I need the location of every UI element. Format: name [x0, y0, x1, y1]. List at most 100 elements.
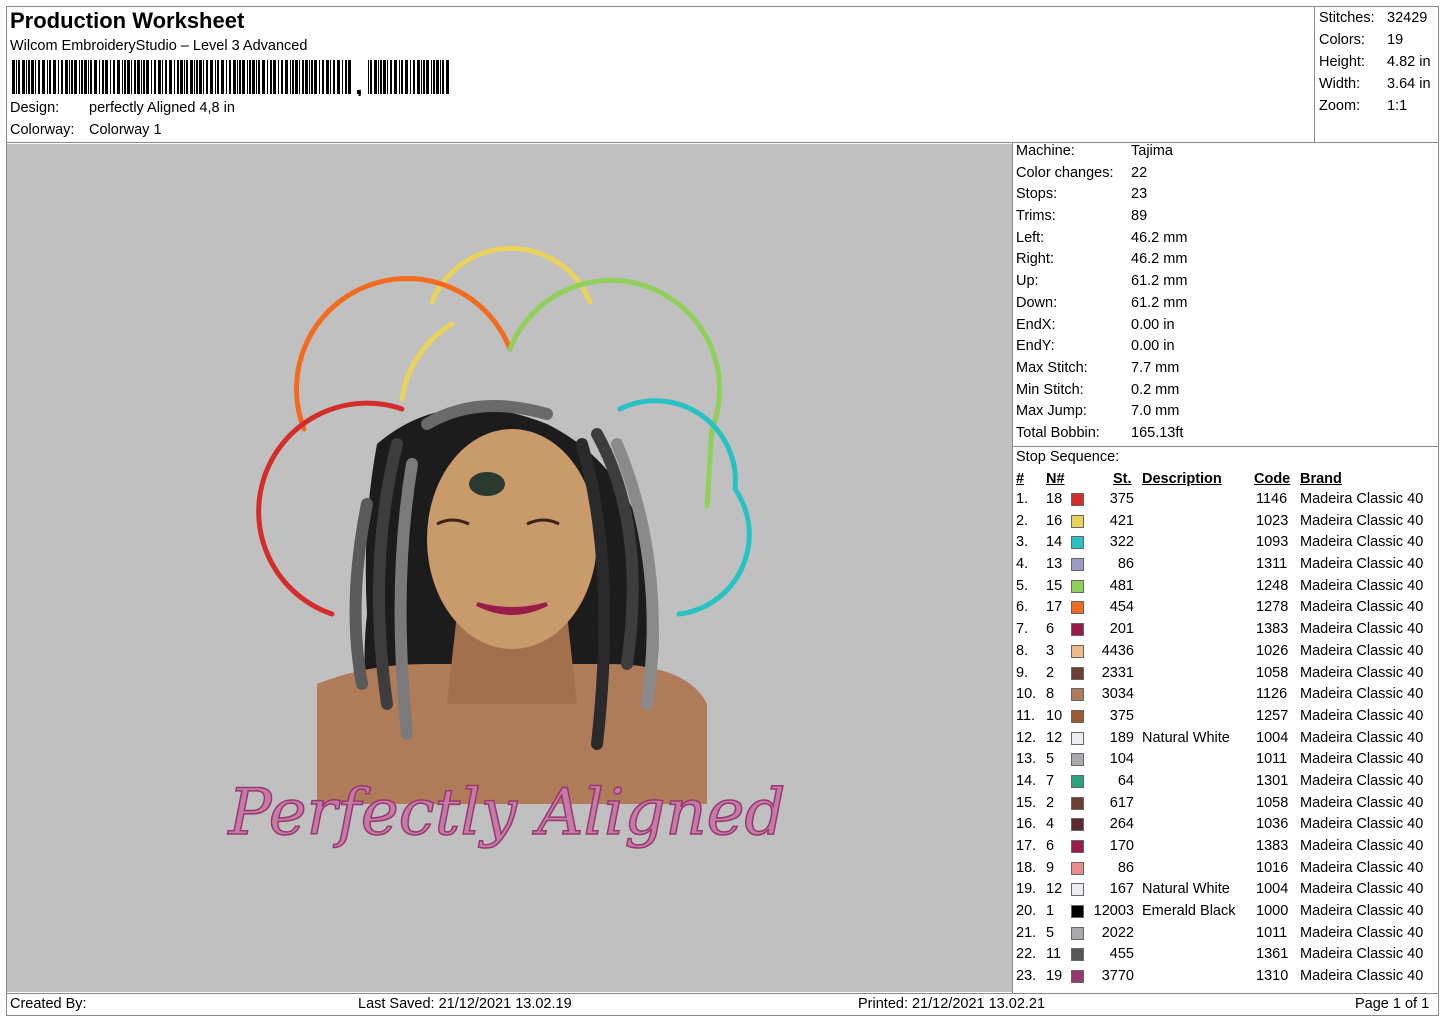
stitch-count: 454	[1109, 599, 1134, 616]
thread-brand: Madeira Classic 40	[1300, 968, 1424, 985]
machine-info-row: Right: 46.2 mm	[1016, 249, 1187, 271]
table-row: 18. 9 86 1016 Madeira Classic 40	[1016, 858, 1438, 880]
table-row: 15. 2 617 1058 Madeira Classic 40	[1016, 793, 1438, 815]
machine-info-value: 46.2 mm	[1131, 251, 1188, 268]
thread-brand: Madeira Classic 40	[1300, 946, 1424, 963]
table-row: 4. 13 86 1311 Madeira Classic 40	[1016, 554, 1438, 576]
created-by: Created By:	[10, 996, 87, 1012]
machine-info-value: 89	[1131, 208, 1148, 225]
color-swatch	[1071, 709, 1084, 723]
thread-code: 1311	[1256, 556, 1288, 573]
thread-brand: Madeira Classic 40	[1300, 664, 1424, 681]
needle-number: 5	[1046, 751, 1055, 768]
color-swatch	[1071, 926, 1084, 940]
table-row: 12. 12 189 Natural White 1004 Madeira Classic…	[1016, 728, 1438, 750]
machine-info-value: 61.2 mm	[1131, 294, 1188, 311]
stop-number: 23.	[1016, 968, 1037, 985]
thread-brand: Madeira Classic 40	[1300, 686, 1424, 703]
table-row: 7. 6 201 1383 Madeira Classic 40	[1016, 619, 1438, 641]
stitch-count: 617	[1109, 794, 1134, 811]
stop-number: 16.	[1016, 816, 1037, 833]
stitch-count: 170	[1109, 838, 1134, 854]
machine-info-row: Total Bobbin: 165.13ft	[1016, 423, 1187, 445]
thread-code: 1126	[1256, 686, 1288, 703]
design-value: perfectly Aligned 4,8 in	[89, 100, 235, 116]
stop-number: 18.	[1016, 859, 1037, 876]
thread-description: Natural White	[1142, 729, 1230, 746]
machine-info-label: Min Stitch:	[1016, 381, 1084, 398]
color-swatch	[1071, 601, 1084, 615]
stitch-count: 322	[1109, 534, 1134, 551]
machine-info-row: Color changes: 22	[1016, 163, 1187, 185]
needle-number: 7	[1046, 772, 1055, 789]
stitch-count: 4436	[1101, 642, 1134, 659]
thread-code: 1093	[1256, 534, 1289, 551]
needle-number: 14	[1046, 534, 1063, 551]
color-swatch	[1071, 514, 1084, 528]
machine-info-value: 23	[1131, 186, 1148, 203]
needle-number: 12	[1046, 729, 1063, 746]
color-swatch	[1071, 970, 1084, 984]
thread-code: 1383	[1256, 621, 1289, 638]
color-swatch	[1071, 688, 1084, 702]
last-saved: Last Saved: 21/12/2021 13.02.19	[358, 996, 572, 1012]
needle-number: 3	[1046, 642, 1055, 659]
table-row: 9. 2 2331 1058 Madeira Classic 40	[1016, 663, 1438, 685]
machine-info-value: 7.7 mm	[1131, 359, 1180, 376]
thread-code: 1036	[1256, 816, 1289, 833]
thread-brand: Madeira Classic 40	[1300, 816, 1424, 833]
machine-info: Machine: Tajima Color changes: 22 Stops: 23 Tr…	[1016, 141, 1187, 445]
stop-number: 10.	[1016, 686, 1037, 703]
color-swatch	[1071, 948, 1084, 962]
summary-label: Width:	[1319, 76, 1361, 92]
summary-row: Stitches: 32429	[1319, 7, 1431, 29]
machine-info-row: Max Stitch: 7.7 mm	[1016, 358, 1187, 380]
thread-brand: Madeira Classic 40	[1300, 534, 1424, 551]
machine-info-label: Total Bobbin:	[1016, 424, 1100, 441]
col-header-brand: Brand	[1300, 471, 1342, 487]
thread-brand: Madeira Classic 40	[1300, 881, 1424, 898]
stop-sequence-table: 1. 18 375 1146 Madeira Classic 40 2. 16 421 1023…	[1016, 489, 1438, 988]
stitch-count: 3034	[1101, 686, 1134, 703]
machine-info-value: 61.2 mm	[1131, 273, 1188, 290]
stitch-count: 201	[1109, 621, 1134, 638]
machine-info-label: Up:	[1016, 273, 1039, 290]
thread-brand: Madeira Classic 40	[1300, 794, 1424, 811]
summary-value: 1:1	[1387, 98, 1408, 114]
table-row: 17. 6 170 1383 Madeira Classic 40	[1016, 836, 1438, 858]
color-swatch	[1071, 644, 1084, 658]
table-row: 2. 16 421 1023 Madeira Classic 40	[1016, 511, 1438, 533]
thread-code: 1257	[1256, 707, 1289, 724]
thread-code: 1011	[1256, 924, 1288, 941]
needle-number: 19	[1046, 968, 1063, 985]
needle-number: 8	[1046, 686, 1055, 703]
thread-code: 1004	[1256, 881, 1289, 898]
thread-brand: Madeira Classic 40	[1300, 729, 1424, 746]
stitch-count: 3770	[1101, 968, 1134, 985]
table-row: 6. 17 454 1278 Madeira Classic 40	[1016, 597, 1438, 619]
stop-number: 6.	[1016, 599, 1029, 616]
stop-number: 14.	[1016, 772, 1037, 789]
stop-number: 7.	[1016, 621, 1029, 638]
thread-code: 1248	[1256, 577, 1289, 594]
printed-date: Printed: 21/12/2021 13.02.21	[858, 996, 1046, 1012]
color-swatch	[1071, 818, 1084, 832]
needle-number: 17	[1046, 599, 1063, 616]
summary-label: Stitches:	[1319, 10, 1375, 26]
thread-code: 1058	[1256, 664, 1289, 681]
stitch-count: 375	[1109, 491, 1134, 507]
col-header-code: Code	[1254, 471, 1291, 487]
stitch-count: 86	[1117, 859, 1134, 876]
machine-info-value: 7.0 mm	[1131, 403, 1180, 420]
summary-value: 32429	[1387, 10, 1428, 26]
machine-info-label: EndY:	[1016, 338, 1055, 355]
stitch-count: 64	[1117, 772, 1134, 789]
machine-info-label: Color changes:	[1016, 164, 1114, 181]
colorway-value: Colorway 1	[89, 122, 162, 138]
needle-number: 6	[1046, 838, 1055, 854]
ring-yellow-inner	[399, 321, 455, 402]
summary-label: Zoom:	[1319, 98, 1361, 114]
color-swatch	[1071, 861, 1084, 875]
machine-info-row: EndY: 0.00 in	[1016, 336, 1187, 358]
thread-code: 1000	[1256, 903, 1289, 920]
